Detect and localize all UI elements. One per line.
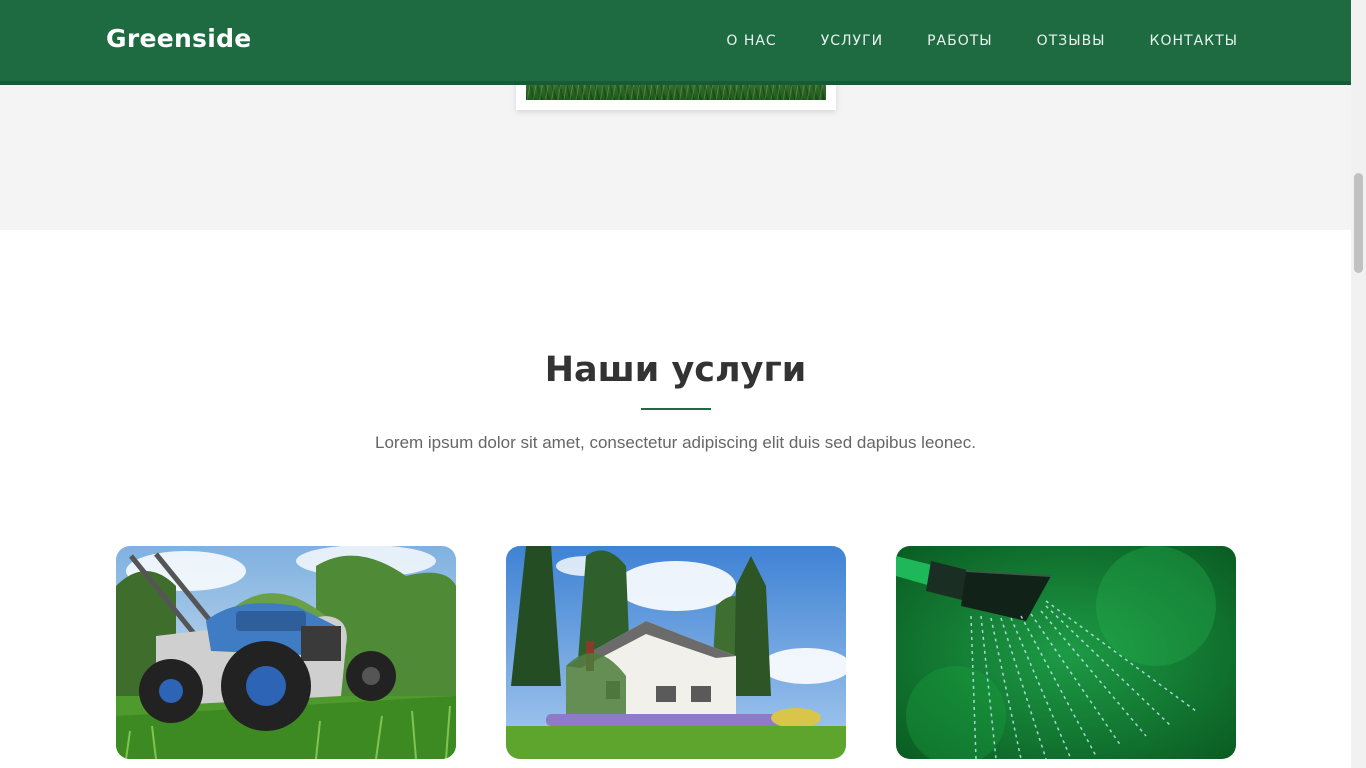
- service-card-watering-image[interactable]: [896, 546, 1236, 759]
- service-card-house-garden-image[interactable]: [506, 546, 846, 759]
- page-scrollbar[interactable]: [1351, 0, 1366, 768]
- nav-contacts[interactable]: КОНТАКТЫ: [1150, 33, 1238, 49]
- main-nav: О НАС УСЛУГИ РАБОТЫ ОТЗЫВЫ КОНТАКТЫ: [726, 33, 1238, 49]
- services-section: Наши услуги Lorem ipsum dolor sit amet, …: [0, 230, 1351, 768]
- brand-logo[interactable]: Greenside: [106, 24, 252, 53]
- nav-services[interactable]: УСЛУГИ: [821, 33, 883, 49]
- site-header: Greenside О НАС УСЛУГИ РАБОТЫ ОТЗЫВЫ КОН…: [0, 0, 1351, 85]
- nav-works[interactable]: РАБОТЫ: [927, 33, 993, 49]
- section-title: Наши услуги: [544, 350, 807, 390]
- service-card-lawn-mower-image[interactable]: [116, 546, 456, 759]
- nav-about[interactable]: О НАС: [726, 33, 776, 49]
- title-underline: [641, 408, 711, 410]
- section-subtitle: Lorem ipsum dolor sit amet, consectetur …: [375, 433, 976, 452]
- nav-reviews[interactable]: ОТЗЫВЫ: [1037, 33, 1106, 49]
- scrollbar-thumb[interactable]: [1354, 173, 1363, 273]
